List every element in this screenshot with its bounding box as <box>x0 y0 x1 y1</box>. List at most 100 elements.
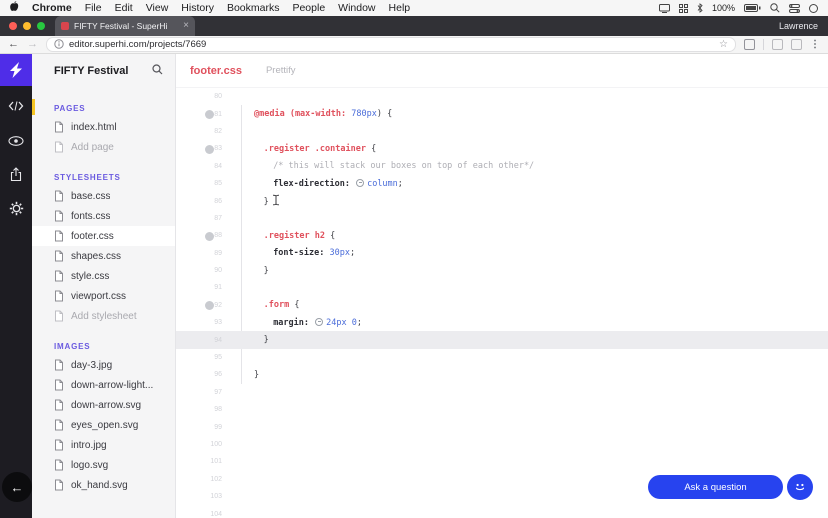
siri-icon[interactable] <box>809 4 818 13</box>
back-button[interactable]: ← <box>2 472 32 502</box>
menu-item-edit[interactable]: Edit <box>115 2 133 14</box>
code-line[interactable]: 80 <box>176 88 828 105</box>
url-text[interactable]: editor.superhi.com/projects/7669 <box>69 39 714 50</box>
file-item[interactable]: down-arrow.svg <box>32 395 175 415</box>
menu-item-file[interactable]: File <box>85 2 102 14</box>
bluetooth-icon[interactable] <box>697 3 703 13</box>
battery-icon[interactable] <box>744 4 761 12</box>
menu-bar-status-icons: 100% <box>659 3 828 13</box>
rule-marker-icon[interactable] <box>205 110 214 119</box>
file-item[interactable]: logo.svg <box>32 455 175 475</box>
code-text[interactable]: .register h2 { <box>254 231 335 241</box>
rule-marker-icon[interactable] <box>205 145 214 154</box>
file-item[interactable]: index.html <box>32 117 175 137</box>
add-file-button[interactable]: Add page <box>32 137 175 157</box>
file-item[interactable]: viewport.css <box>32 286 175 306</box>
file-item[interactable]: day-3.jpg <box>32 355 175 375</box>
file-item[interactable]: ok_hand.svg <box>32 475 175 495</box>
preview-eye-icon[interactable] <box>8 133 24 149</box>
menu-item-bookmarks[interactable]: Bookmarks <box>227 2 280 14</box>
file-item[interactable]: intro.jpg <box>32 435 175 455</box>
menu-item-help[interactable]: Help <box>389 2 411 14</box>
code-text[interactable]: } <box>254 335 269 345</box>
control-center-icon[interactable] <box>789 4 800 13</box>
file-item[interactable]: footer.css <box>32 226 175 246</box>
file-item[interactable]: style.css <box>32 266 175 286</box>
code-editor-icon[interactable] <box>8 98 24 114</box>
code-line[interactable]: 94} <box>176 331 828 348</box>
extension-icon[interactable] <box>791 39 802 50</box>
code-line[interactable]: 90} <box>176 262 828 279</box>
forward-nav-icon[interactable]: → <box>27 39 38 50</box>
adjust-value-minus-icon[interactable] <box>315 318 323 326</box>
menu-item-people[interactable]: People <box>292 2 325 14</box>
menu-item-view[interactable]: View <box>146 2 169 14</box>
profile-name[interactable]: Lawrence <box>779 21 818 31</box>
menu-item-history[interactable]: History <box>181 2 214 14</box>
url-bar[interactable]: editor.superhi.com/projects/7669 ☆ <box>46 37 736 52</box>
code-line[interactable]: 82 <box>176 123 828 140</box>
code-text[interactable]: margin: 24px 0; <box>254 318 362 328</box>
minimize-window-button[interactable] <box>23 22 31 30</box>
help-smiley-button[interactable] <box>787 474 813 500</box>
settings-gear-icon[interactable] <box>8 200 24 216</box>
code-line[interactable]: 85flex-direction: column; <box>176 175 828 192</box>
code-text[interactable]: } <box>254 370 259 380</box>
code-text[interactable]: /* this will stack our boxes on top of e… <box>254 161 534 171</box>
code-line[interactable]: 93margin: 24px 0; <box>176 314 828 331</box>
prettify-button[interactable]: Prettify <box>266 65 296 76</box>
code-line[interactable]: 91 <box>176 279 828 296</box>
rule-marker-icon[interactable] <box>205 232 214 241</box>
code-line[interactable]: 84/* this will stack our boxes on top of… <box>176 158 828 175</box>
code-line[interactable]: 101 <box>176 453 828 470</box>
code-text[interactable]: } <box>254 194 280 209</box>
code-line[interactable]: 81@media (max-width: 780px) { <box>176 105 828 122</box>
code-text[interactable]: } <box>254 266 269 276</box>
extension-icon[interactable] <box>744 39 755 50</box>
zoom-window-button[interactable] <box>37 22 45 30</box>
code-line[interactable]: 97 <box>176 384 828 401</box>
menu-item-window[interactable]: Window <box>338 2 375 14</box>
ask-question-button[interactable]: Ask a question <box>648 475 783 499</box>
bookmark-star-icon[interactable]: ☆ <box>719 40 728 50</box>
file-item[interactable]: shapes.css <box>32 246 175 266</box>
code-line[interactable]: 83.register .container { <box>176 140 828 157</box>
apple-menu-icon[interactable] <box>10 1 19 15</box>
code-line[interactable]: 87 <box>176 210 828 227</box>
add-file-button[interactable]: Add stylesheet <box>32 306 175 326</box>
code-line[interactable]: 99 <box>176 418 828 435</box>
code-text[interactable]: @media (max-width: 780px) { <box>254 109 392 119</box>
browser-menu-icon[interactable]: ⋮ <box>810 40 820 50</box>
adjust-value-minus-icon[interactable] <box>356 179 364 187</box>
code-line[interactable]: 104 <box>176 505 828 518</box>
file-item[interactable]: down-arrow-light... <box>32 375 175 395</box>
code-line[interactable]: 86} <box>176 192 828 209</box>
close-window-button[interactable] <box>9 22 17 30</box>
code-line[interactable]: 95 <box>176 349 828 366</box>
superhi-logo[interactable] <box>0 54 32 86</box>
spotlight-icon[interactable] <box>770 3 780 13</box>
file-item[interactable]: fonts.css <box>32 206 175 226</box>
back-nav-icon[interactable]: ← <box>8 39 19 50</box>
search-icon[interactable] <box>152 62 163 80</box>
screen-mirroring-icon[interactable] <box>659 4 670 13</box>
extensions-grid-icon[interactable] <box>679 4 688 13</box>
code-text[interactable]: flex-direction: column; <box>254 179 403 189</box>
menu-app-name[interactable]: Chrome <box>32 2 72 14</box>
code-line[interactable]: 96} <box>176 366 828 383</box>
code-line[interactable]: 89font-size: 30px; <box>176 245 828 262</box>
code-line[interactable]: 100 <box>176 436 828 453</box>
browser-tab[interactable]: FIFTY Festival - SuperHi × <box>55 16 195 36</box>
file-item[interactable]: eyes_open.svg <box>32 415 175 435</box>
code-line[interactable]: 88.register h2 { <box>176 227 828 244</box>
page-info-icon[interactable] <box>54 36 64 54</box>
code-line[interactable]: 98 <box>176 401 828 418</box>
tab-close-icon[interactable]: × <box>183 21 189 31</box>
file-item[interactable]: base.css <box>32 186 175 206</box>
code-line[interactable]: 92.form { <box>176 297 828 314</box>
code-text[interactable]: .form { <box>254 300 299 310</box>
code-text[interactable]: .register .container { <box>254 144 376 154</box>
share-upload-icon[interactable] <box>8 166 24 182</box>
code-text[interactable]: font-size: 30px; <box>254 248 355 258</box>
extension-icon[interactable] <box>772 39 783 50</box>
